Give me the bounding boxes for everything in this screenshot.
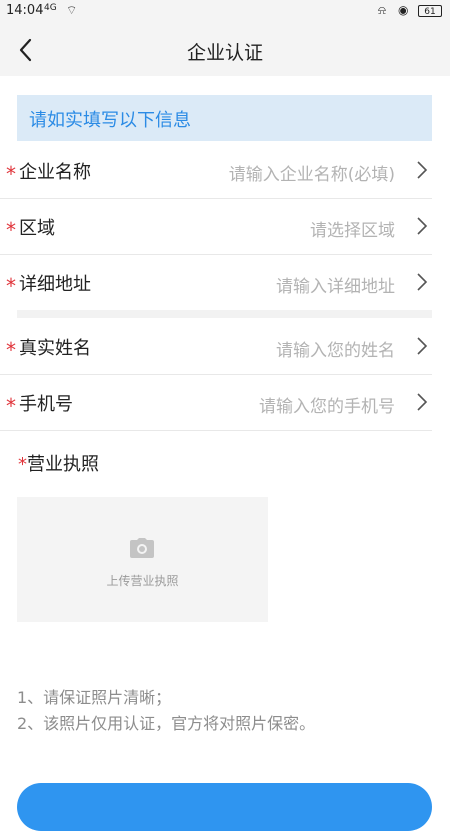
tip-item: 2、该照片仅用认证，官方将对照片保密。 bbox=[17, 714, 316, 733]
status-bar: 14:04 4G ⌔ ⍾ ◉ 61 bbox=[0, 0, 450, 24]
required-mark: * bbox=[6, 274, 16, 298]
company-name-label: 企业名称 bbox=[19, 162, 91, 183]
chevron-right-icon bbox=[417, 217, 428, 235]
nav-header: 企业认证 bbox=[0, 24, 450, 76]
chevron-right-icon bbox=[417, 337, 428, 355]
real-name-label: 真实姓名 bbox=[19, 338, 91, 359]
notice-text: 请如实填写以下信息 bbox=[29, 110, 191, 131]
region-row[interactable]: * 区域 请选择区域 bbox=[0, 198, 432, 255]
status-time: 14:04 bbox=[6, 3, 44, 18]
phone-row[interactable]: * 手机号 请输入您的手机号 bbox=[0, 374, 432, 431]
real-name-input[interactable]: 请输入您的姓名 bbox=[276, 336, 395, 361]
company-name-row[interactable]: * 企业名称 请输入企业名称(必填) bbox=[0, 142, 432, 199]
address-label: 详细地址 bbox=[19, 274, 91, 295]
required-mark: * bbox=[6, 394, 16, 418]
vibrate-icon: ⍾ bbox=[378, 3, 386, 17]
region-select[interactable]: 请选择区域 bbox=[310, 216, 395, 241]
company-name-input[interactable]: 请输入企业名称(必填) bbox=[229, 160, 395, 185]
camera-icon bbox=[130, 538, 154, 558]
required-mark: * bbox=[6, 338, 16, 362]
chevron-right-icon bbox=[417, 273, 428, 291]
business-license-label: *营业执照 bbox=[18, 450, 99, 476]
submit-button[interactable] bbox=[17, 783, 432, 831]
address-row[interactable]: * 详细地址 请输入详细地址 bbox=[0, 254, 432, 310]
required-mark: * bbox=[6, 218, 16, 242]
page-title: 企业认证 bbox=[186, 42, 263, 64]
chevron-right-icon bbox=[417, 393, 428, 411]
real-name-row[interactable]: * 真实姓名 请输入您的姓名 bbox=[0, 318, 432, 375]
upload-license-button[interactable]: 上传营业执照 bbox=[17, 497, 268, 622]
info-notice: 请如实填写以下信息 bbox=[17, 95, 432, 141]
address-input[interactable]: 请输入详细地址 bbox=[276, 272, 395, 297]
business-license-text: 营业执照 bbox=[27, 454, 99, 475]
chevron-right-icon bbox=[417, 161, 428, 179]
lock-icon: ◉ bbox=[398, 3, 409, 17]
signal-icon: 4G bbox=[44, 3, 57, 13]
region-label: 区域 bbox=[19, 218, 55, 239]
section-divider bbox=[17, 310, 432, 318]
phone-label: 手机号 bbox=[19, 394, 73, 415]
phone-input[interactable]: 请输入您的手机号 bbox=[259, 392, 395, 417]
required-mark: * bbox=[6, 162, 16, 186]
upload-caption: 上传营业执照 bbox=[106, 574, 179, 588]
tip-item: 1、请保证照片清晰； bbox=[17, 688, 172, 707]
photo-tips: 1、请保证照片清晰； 2、该照片仅用认证，官方将对照片保密。 bbox=[17, 685, 315, 737]
battery-icon: 61 bbox=[418, 5, 442, 17]
wifi-icon: ⌔ bbox=[66, 3, 78, 17]
required-mark: * bbox=[18, 454, 27, 475]
